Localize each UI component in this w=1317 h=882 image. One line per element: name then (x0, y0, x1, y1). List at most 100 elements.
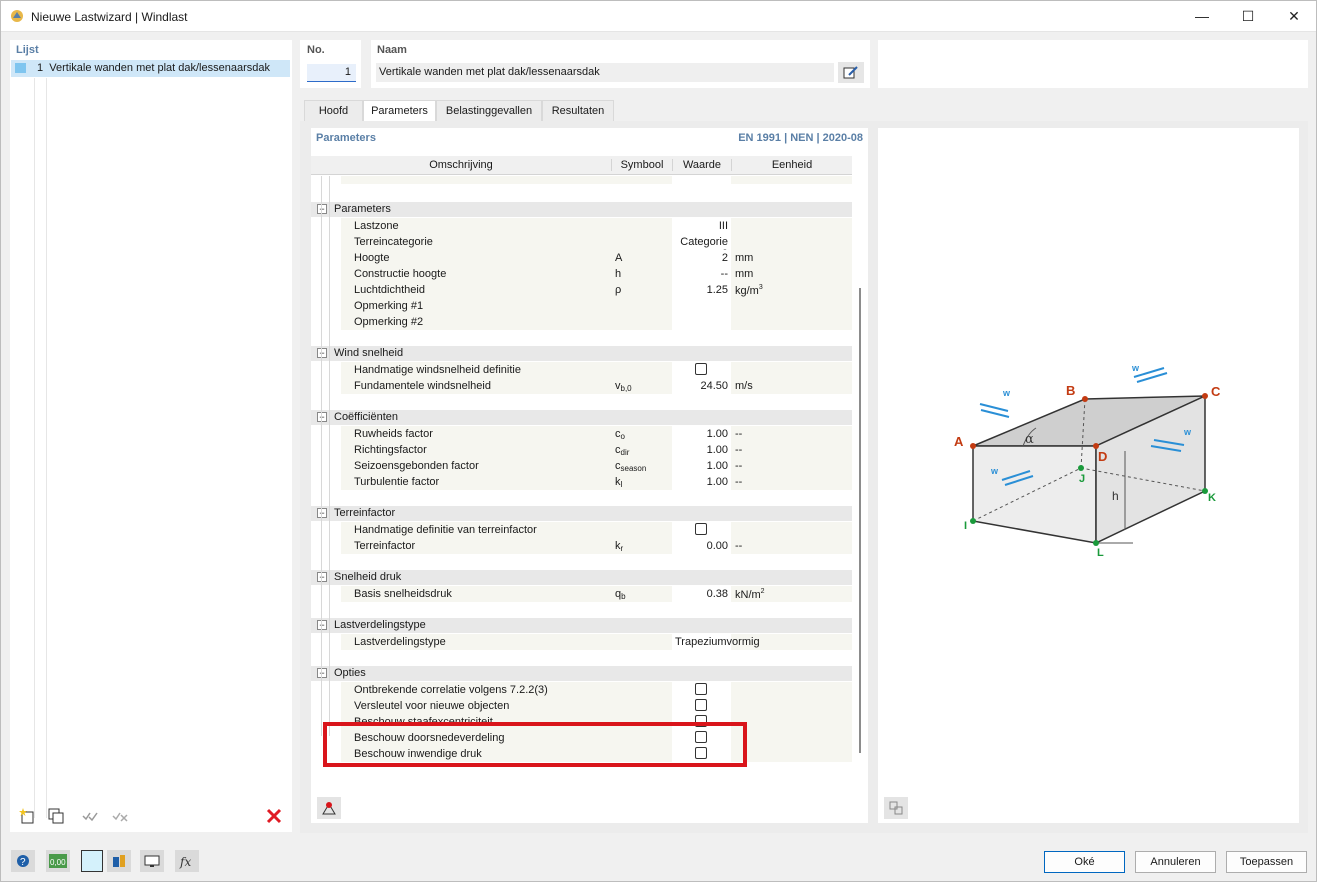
name-input[interactable]: Vertikale wanden met plat dak/lessenaars… (376, 63, 834, 82)
row-value[interactable]: 2 (672, 252, 728, 264)
col-description: Omschrijving (429, 159, 493, 171)
model-icon[interactable] (107, 850, 131, 872)
collapse-icon[interactable]: − (317, 204, 327, 214)
grid-scrollbar[interactable] (859, 288, 861, 753)
new-item-icon[interactable] (16, 806, 38, 826)
table-row[interactable]: Versleutel voor nieuwe objecten (311, 698, 852, 714)
table-row[interactable]: Handmatige windsnelheid definitie (311, 362, 852, 378)
section-dist[interactable]: −Lastverdelingstype (311, 618, 852, 633)
tab-resultaten[interactable]: Resultaten (542, 100, 614, 121)
section-wind[interactable]: −Wind snelheid (311, 346, 852, 361)
apply-button[interactable]: Toepassen (1226, 851, 1307, 873)
collapse-icon[interactable]: − (317, 668, 327, 678)
tab-hoofd[interactable]: Hoofd (304, 100, 363, 121)
table-row[interactable]: Richtingsfactor cdir 1.00 -- (311, 442, 852, 458)
row-checkbox[interactable] (695, 683, 707, 695)
name-box: Naam Vertikale wanden met plat dak/lesse… (371, 40, 870, 88)
color-icon[interactable] (81, 850, 103, 872)
section-coef[interactable]: −Coëfficiënten (311, 410, 852, 425)
collapse-icon[interactable]: − (317, 348, 327, 358)
row-unit: kN/m2 (735, 588, 765, 601)
section-title: Parameters (334, 203, 391, 215)
list-item[interactable]: 1 Vertikale wanden met plat dak/lessenaa… (11, 60, 290, 77)
row-label: Terreinfactor (354, 540, 416, 552)
cancel-button[interactable]: Annuleren (1135, 851, 1216, 873)
section-options[interactable]: −Opties (311, 666, 852, 681)
help-icon[interactable]: ? (11, 850, 35, 872)
tab-parameters[interactable]: Parameters (363, 100, 436, 122)
row-checkbox[interactable] (695, 363, 707, 375)
list-item-color (15, 63, 26, 73)
table-row[interactable]: Opmerking #1 (311, 298, 852, 314)
row-unit: -- (735, 460, 743, 472)
function-icon[interactable]: fx (175, 850, 199, 872)
table-row[interactable]: Turbulentie factor kI 1.00 -- (311, 474, 852, 490)
edit-name-icon[interactable] (838, 62, 864, 83)
row-value[interactable]: 1.00 (672, 460, 728, 472)
section-title: Opties (334, 667, 366, 679)
row-checkbox[interactable] (695, 523, 707, 535)
display-icon[interactable] (140, 850, 164, 872)
delete-icon[interactable] (263, 806, 285, 826)
copy-item-icon[interactable] (45, 806, 67, 826)
collapse-icon[interactable]: − (317, 412, 327, 422)
row-unit: kg/m3 (735, 284, 763, 297)
units-icon[interactable]: 0,00 (46, 850, 70, 872)
table-row[interactable]: Seizoensgebonden factor cseason 1.00 -- (311, 458, 852, 474)
section-parameters[interactable]: −Parameters (311, 202, 852, 217)
row-value[interactable]: 1.00 (672, 428, 728, 440)
table-row[interactable]: Constructie hoogte h -- mm (311, 266, 852, 282)
section-pressure[interactable]: −Snelheid druk (311, 570, 852, 585)
tab-belastinggevallen[interactable]: Belastinggevallen (436, 100, 542, 121)
table-row[interactable]: Basis snelheidsdruk qb 0.38 kN/m2 (311, 586, 852, 602)
window-title: Nieuwe Lastwizard | Windlast (31, 10, 188, 24)
row-value[interactable]: 1.25 (672, 284, 728, 296)
table-row[interactable]: Luchtdichtheid ρ 1.25 kg/m3 (311, 282, 852, 298)
map-icon[interactable] (317, 797, 341, 819)
row-value[interactable]: Trapeziumvormig (675, 636, 760, 648)
row-symbol: ρ (615, 284, 622, 296)
description-box (878, 40, 1308, 88)
wind-label: w (1183, 427, 1192, 437)
wind-label: w (990, 466, 999, 476)
number-input[interactable]: 1 (307, 64, 356, 82)
check-all-icon[interactable] (79, 806, 101, 826)
table-row[interactable]: Handmatige definitie van terreinfactor (311, 522, 852, 538)
collapse-icon[interactable]: − (317, 508, 327, 518)
refresh-view-icon[interactable] (884, 797, 908, 819)
section-terrain[interactable]: −Terreinfactor (311, 506, 852, 521)
close-button[interactable]: ✕ (1271, 1, 1317, 31)
table-row[interactable]: Ruwheids factor co 1.00 -- (311, 426, 852, 442)
row-value[interactable]: 1.00 (672, 476, 728, 488)
point-c-label: C (1211, 384, 1221, 399)
diagram-panel: A B C D I J K L w w w w α h (878, 128, 1299, 823)
collapse-icon[interactable]: − (317, 620, 327, 630)
table-row[interactable]: Opmerking #2 (311, 314, 852, 330)
table-row[interactable]: Terreinfactor kr 0.00 -- (311, 538, 852, 554)
ok-button[interactable]: Oké (1044, 851, 1125, 873)
collapse-icon[interactable]: − (317, 572, 327, 582)
table-row[interactable]: Ontbrekende correlatie volgens 7.2.2(3) (311, 682, 852, 698)
row-value[interactable]: 0.38 (672, 588, 728, 600)
section-title: Wind snelheid (334, 347, 404, 359)
row-value[interactable]: III (672, 220, 728, 232)
table-row[interactable]: Lastzone III (311, 218, 852, 234)
row-unit: mm (735, 268, 754, 280)
maximize-button[interactable]: ☐ (1225, 1, 1271, 31)
table-row[interactable]: TerreincategorieCategorie 0 (311, 234, 852, 260)
row-checkbox[interactable] (695, 699, 707, 711)
row-value[interactable]: 1.00 (672, 444, 728, 456)
table-row[interactable]: Fundamentele windsnelheid vb,0 24.50 m/s (311, 378, 852, 394)
row-value[interactable]: 24.50 (672, 380, 728, 392)
uncheck-all-icon[interactable] (109, 806, 131, 826)
table-row[interactable]: Lastverdelingstype Trapeziumvormig (311, 634, 852, 650)
row-unit: -- (735, 476, 743, 488)
row-label: Opmerking #1 (354, 300, 424, 312)
table-row[interactable]: Hoogte A 2 mm (311, 250, 852, 266)
row-value[interactable]: 0.00 (672, 540, 728, 552)
row-value[interactable]: -- (672, 268, 728, 280)
minimize-button[interactable]: — (1179, 1, 1225, 31)
row-symbol: kI (615, 476, 623, 489)
list-header: Lijst (16, 44, 39, 56)
svg-text:?: ? (20, 857, 26, 868)
